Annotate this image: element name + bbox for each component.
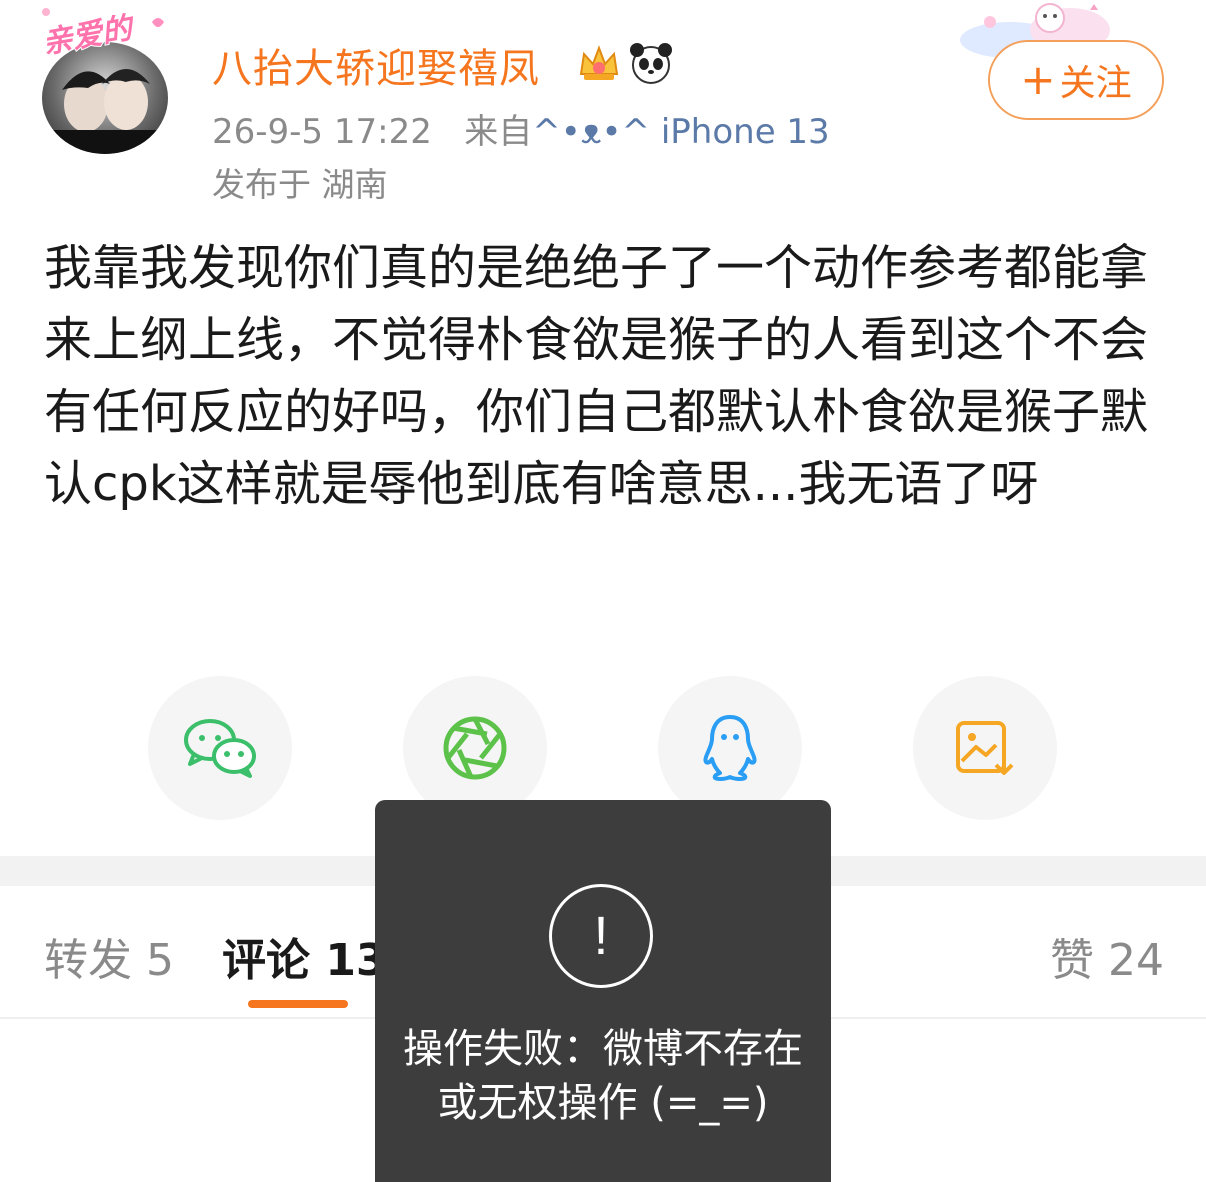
follow-button[interactable]: + 关注 bbox=[988, 40, 1164, 120]
follow-label: 关注 bbox=[1059, 63, 1132, 104]
tab-reposts[interactable]: 转发 5 bbox=[44, 924, 174, 988]
tab-comments[interactable]: 评论 13 bbox=[222, 924, 387, 988]
exclamation-icon: ! bbox=[549, 884, 653, 988]
toast-message: 操作失败：微博不存在或无权操作 (=_=) bbox=[403, 1026, 803, 1126]
post-time: 26-9-5 17:22 bbox=[212, 112, 432, 152]
share-wechat-button[interactable] bbox=[148, 676, 292, 820]
save-image-icon bbox=[956, 721, 1014, 775]
avatar[interactable] bbox=[42, 42, 168, 154]
post-content: 我靠我发现你们真的是绝绝子了一个动作参考都能拿来上纲上线，不觉得朴食欲是猴子的人… bbox=[44, 240, 1149, 512]
tab-likes[interactable]: 赞 24 bbox=[1050, 924, 1164, 988]
avatar-photo bbox=[52, 69, 158, 154]
moments-icon bbox=[443, 716, 507, 780]
qq-icon bbox=[703, 715, 757, 781]
save-image-button[interactable] bbox=[913, 676, 1057, 820]
panda-icon bbox=[630, 43, 672, 84]
share-qq-button[interactable] bbox=[658, 676, 802, 820]
wechat-icon bbox=[184, 719, 256, 778]
post-source-device[interactable]: iPhone 13 bbox=[661, 112, 830, 152]
avatar-frame-decoration-icon: 亲爱的 bbox=[39, 8, 164, 56]
avatar-frame-text: 亲爱的 bbox=[40, 10, 139, 56]
post-source-prefix: 来自 bbox=[464, 112, 533, 152]
active-tab-indicator bbox=[248, 1000, 348, 1008]
share-moments-button[interactable] bbox=[403, 676, 547, 820]
post-location: 发布于 湖南 bbox=[212, 165, 388, 204]
post-meta: 26-9-5 17:22 来自^•ᴥ•^ iPhone 13 bbox=[212, 104, 830, 153]
crown-badge-icon bbox=[579, 45, 619, 80]
post-source-face[interactable]: ^•ᴥ•^ bbox=[532, 112, 650, 152]
error-toast: ! 操作失败：微博不存在或无权操作 (=_=) bbox=[375, 800, 831, 1182]
plus-icon: + bbox=[1020, 55, 1056, 104]
username[interactable]: 八抬大轿迎娶禧凤 bbox=[212, 36, 540, 94]
